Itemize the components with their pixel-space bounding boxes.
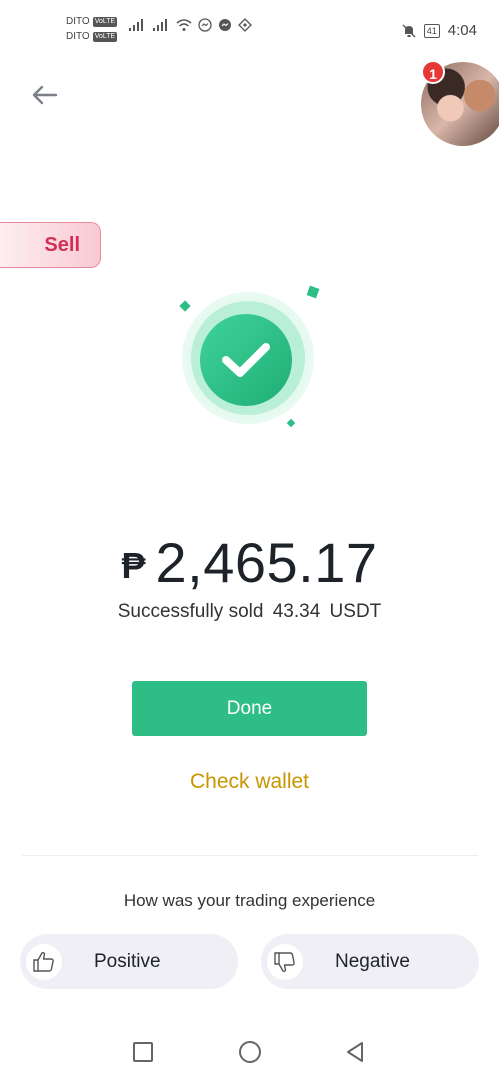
arrow-left-icon [32,85,58,105]
home-icon[interactable] [238,1040,262,1064]
back-button[interactable] [28,78,62,112]
battery-indicator: 41 [423,23,440,38]
signal-icon [153,19,167,31]
success-message-text: Successfully sold [117,601,264,622]
status-bar: DITO VoLTE DITO VoLTE 41 4:04 [0,0,499,60]
currency-symbol: ₱ [121,545,146,586]
sold-asset: USDT [329,601,382,622]
signal-icon [129,19,143,31]
amount-display: ₱ 2,465.17 [0,530,499,595]
binance-icon [238,18,252,32]
divider [22,855,478,856]
positive-feedback-button[interactable]: Positive [20,934,238,989]
wifi-icon [176,19,192,31]
carrier-1-label: DITO [66,16,90,27]
negative-feedback-button[interactable]: Negative [261,934,479,989]
amount-value: 2,465.17 [155,531,378,594]
status-right: 41 4:04 [402,22,477,39]
messenger-icon [219,19,231,31]
success-graphic [170,280,330,440]
thumbs-up-icon [26,943,62,980]
sold-quantity: 43.34 [272,601,321,622]
done-button-label: Done [226,697,273,719]
carrier-info: DITO VoLTE DITO VoLTE [66,14,118,44]
clock: 4:04 [447,22,477,39]
positive-label: Positive [94,950,161,972]
volte-badge: VoLTE [92,16,118,27]
check-circle-icon [179,285,320,428]
status-icons [128,18,252,32]
mute-bell-icon [402,24,416,37]
system-nav-bar [0,1030,499,1074]
carrier-2-label: DITO [66,31,90,42]
back-nav-icon[interactable] [343,1040,367,1064]
sell-tag: Sell [0,222,101,268]
messenger-icon [198,18,212,32]
profile-avatar-button[interactable]: 1 [419,60,499,148]
battery-level: 41 [426,25,437,36]
recent-apps-icon[interactable] [131,1040,155,1064]
feedback-question: How was your trading experience [123,891,376,910]
done-button[interactable]: Done [132,681,367,736]
check-wallet-link[interactable]: Check wallet [0,770,499,794]
notification-badge: 1 [421,60,445,84]
sell-tag-label: Sell [44,233,80,256]
volte-badge: VoLTE [92,31,118,42]
thumbs-down-icon [267,943,303,980]
negative-label: Negative [335,950,410,972]
success-message: Successfully sold 43.34 USDT [0,601,499,623]
